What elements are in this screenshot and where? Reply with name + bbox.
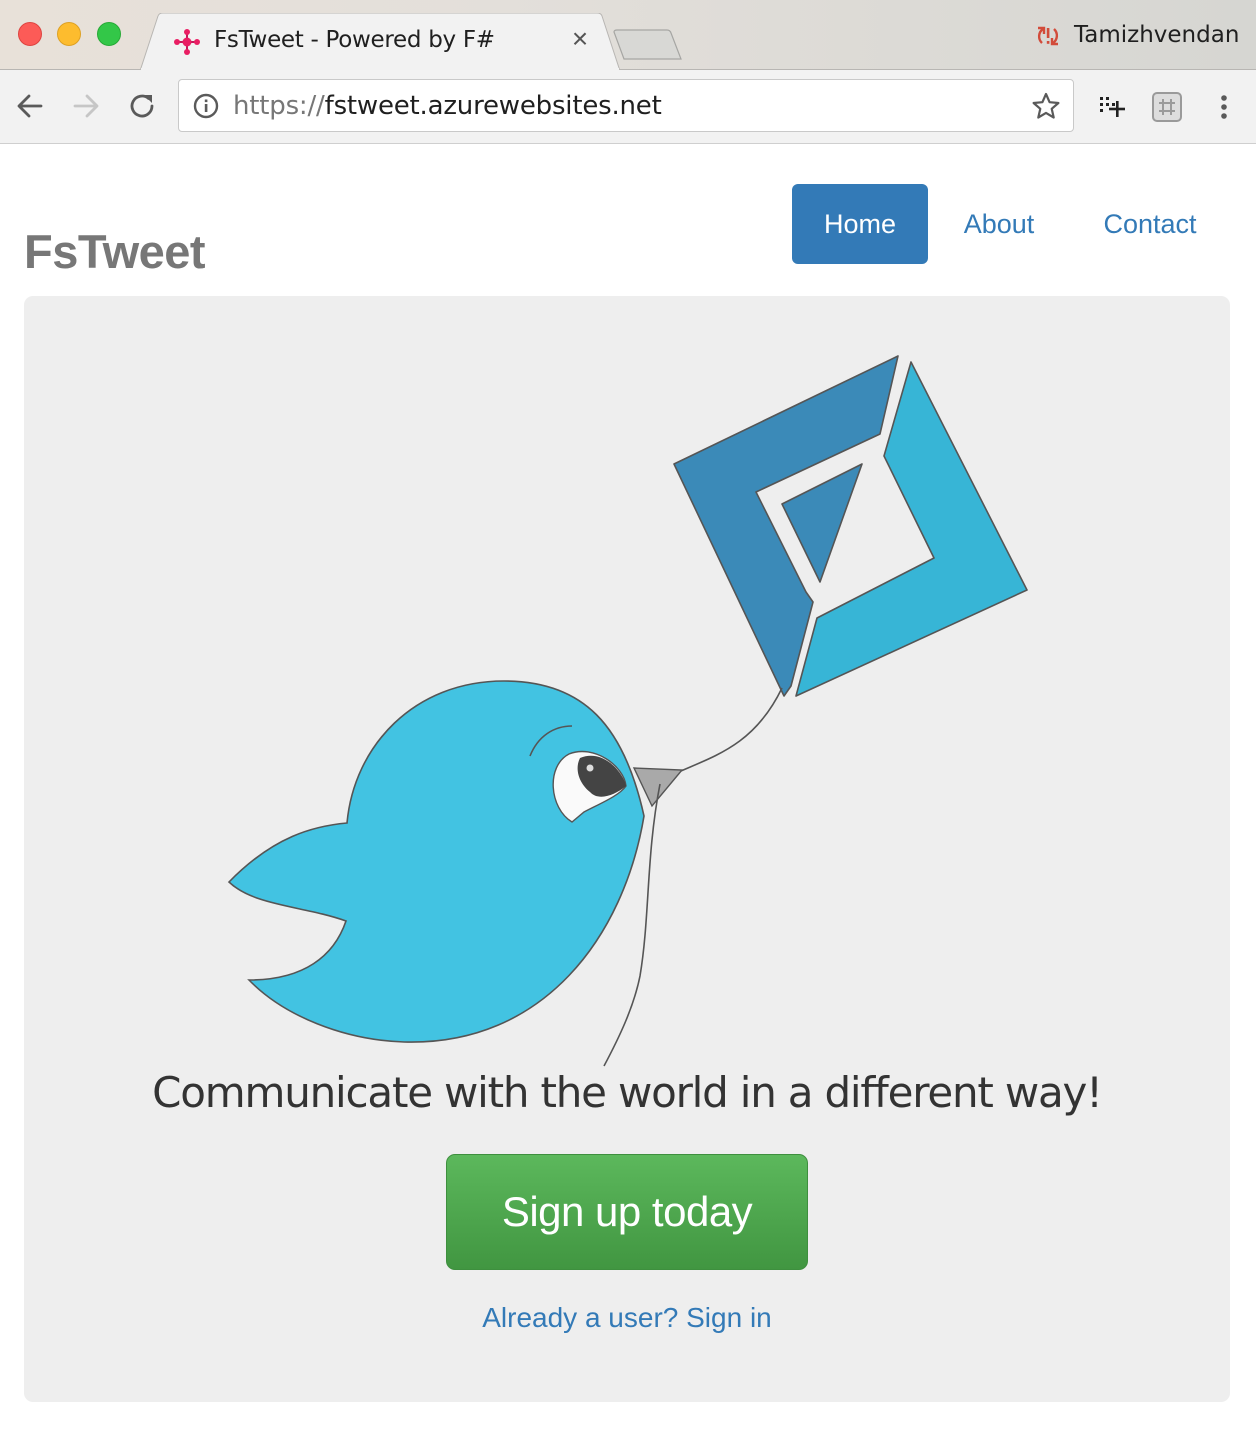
extension-grid-icon[interactable] [1096,91,1128,123]
forward-arrow-icon[interactable] [70,90,102,122]
url-host: fstweet.azurewebsites.net [324,91,662,121]
fsharp-logo-icon [174,29,200,55]
url-scheme: https:// [233,91,325,121]
fsharp-kite-logo [673,355,1028,697]
brand-title[interactable]: FsTweet [24,224,206,279]
signup-button[interactable]: Sign up today [446,1154,808,1270]
minimize-window-button[interactable] [57,22,81,46]
browser-tab[interactable]: FsTweet - Powered by F# × [140,13,620,71]
info-icon[interactable] [193,93,219,119]
sync-error-icon[interactable] [1034,22,1062,50]
browser-toolbar: https://fstweet.azurewebsites.net [0,70,1256,144]
bird-body [227,680,645,1043]
zoom-window-button[interactable] [97,22,121,46]
address-bar[interactable]: https://fstweet.azurewebsites.net [178,79,1074,132]
back-arrow-icon[interactable] [14,90,46,122]
hero-tagline: Communicate with the world in a differen… [152,1068,1103,1117]
nav-contact[interactable]: Contact [1080,184,1220,264]
signin-link[interactable]: Already a user? Sign in [24,1302,1230,1334]
tab-title: FsTweet - Powered by F# [214,27,495,53]
browser-titlebar: FsTweet - Powered by F# × Tamizhvendan [0,0,1256,71]
extension-hash-icon[interactable] [1151,91,1183,123]
bird-kite-illustration [227,355,1028,1067]
reload-icon[interactable] [126,90,158,122]
profile-name[interactable]: Tamizhvendan [1074,22,1239,48]
tab-close-icon[interactable]: × [566,25,594,53]
nav-about[interactable]: About [940,184,1058,264]
kebab-menu-icon[interactable] [1208,91,1240,123]
hero-jumbotron: Communicate with the world in a differen… [24,296,1230,1402]
nav-home[interactable]: Home [792,184,928,264]
star-icon[interactable] [1031,91,1061,121]
page-content: FsTweet Home About Contact Communicate w… [0,144,1256,1436]
url-text[interactable]: https://fstweet.azurewebsites.net [233,91,662,121]
close-window-button[interactable] [18,22,42,46]
new-tab-button[interactable] [612,28,684,62]
